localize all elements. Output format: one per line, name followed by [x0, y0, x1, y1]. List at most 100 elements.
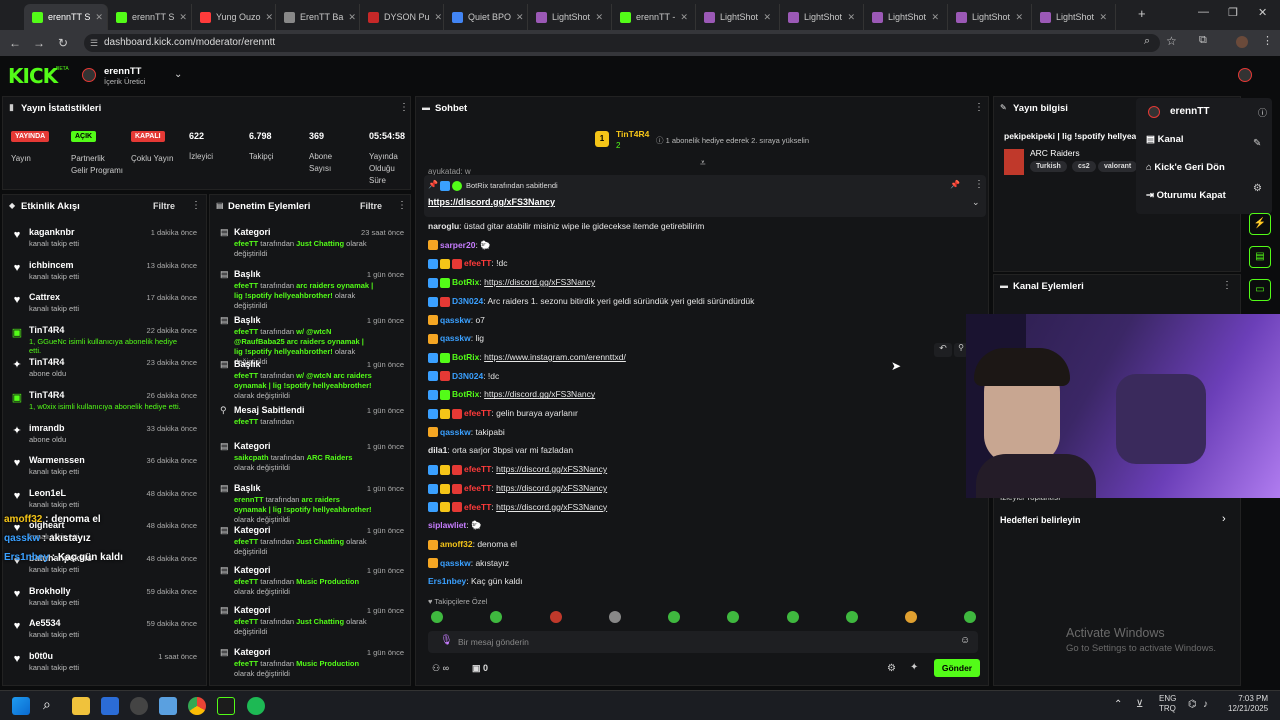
- activity-username[interactable]: Leon1eL: [29, 488, 66, 498]
- chrome-icon[interactable]: [188, 697, 206, 715]
- store-icon[interactable]: [101, 697, 119, 715]
- chat-username[interactable]: D3N024: [452, 371, 483, 381]
- stream-tag[interactable]: Turkish: [1030, 161, 1067, 172]
- stream-tag[interactable]: valorant: [1098, 161, 1138, 172]
- moderation-actor[interactable]: efeeTT: [234, 239, 258, 248]
- activity-username[interactable]: Cattrex: [29, 292, 60, 302]
- chat-username[interactable]: BotRix: [452, 389, 479, 399]
- browser-tab[interactable]: Yung Ouzo ✕: [192, 4, 276, 30]
- settings-icon[interactable]: ⚙: [1253, 183, 1262, 194]
- menu-item[interactable]: ⌂ Kick'e Geri Dön: [1146, 162, 1225, 173]
- emote-icon[interactable]: [550, 611, 562, 623]
- bookmark-star-icon[interactable]: ☆: [1166, 34, 1177, 48]
- tab-close-icon[interactable]: ✕: [931, 12, 939, 23]
- activity-username[interactable]: imrandb: [29, 423, 65, 433]
- chat-text[interactable]: https://www.instagram.com/erennttxd/: [484, 352, 626, 362]
- tab-close-icon[interactable]: ✕: [435, 12, 443, 23]
- app-icon[interactable]: [130, 697, 148, 715]
- kick-logo[interactable]: KICK: [8, 64, 58, 88]
- network-icon[interactable]: ⊻: [1136, 699, 1143, 710]
- activity-filter-button[interactable]: Filtre: [153, 201, 175, 211]
- chat-username[interactable]: qasskw: [440, 333, 471, 343]
- chat-username[interactable]: D3N024: [452, 296, 483, 306]
- chat-input[interactable]: 🎙 Bir mesaj gönderin ☺: [428, 631, 978, 653]
- browser-tab[interactable]: erennTT - ✕: [612, 4, 696, 30]
- moderation-actor[interactable]: efeeTT: [234, 327, 258, 336]
- volume-icon[interactable]: ♪: [1203, 699, 1208, 710]
- filter-icon[interactable]: ⩡: [700, 158, 706, 169]
- new-tab-button[interactable]: +: [1138, 6, 1146, 21]
- tab-close-icon[interactable]: ✕: [763, 12, 771, 23]
- tab-close-icon[interactable]: ✕: [595, 12, 603, 23]
- chat-text[interactable]: https://discord.gg/xFS3Nancy: [496, 464, 607, 474]
- language-indicator[interactable]: ENG TRQ: [1159, 694, 1176, 714]
- activity-username[interactable]: b0t0u: [29, 651, 53, 661]
- tab-close-icon[interactable]: ✕: [847, 12, 855, 23]
- browser-tab[interactable]: DYSON Pu ✕: [360, 4, 444, 30]
- back-icon[interactable]: ←: [3, 36, 27, 50]
- tab-close-icon[interactable]: ✕: [680, 12, 688, 23]
- chat-username[interactable]: Ers1nbey: [428, 576, 466, 586]
- emote-icon[interactable]: [787, 611, 799, 623]
- browser-tab[interactable]: LightShot ✕: [1032, 4, 1116, 30]
- chat-text[interactable]: https://discord.gg/xFS3Nancy: [484, 389, 595, 399]
- activity-username[interactable]: TinT4R4: [29, 357, 64, 367]
- browser-tab[interactable]: Quiet BPO ✕: [444, 4, 528, 30]
- document-icon[interactable]: ▤: [1249, 246, 1271, 268]
- moderation-actor[interactable]: efeeTT: [234, 659, 258, 668]
- tab-close-icon[interactable]: ✕: [266, 12, 274, 23]
- clock[interactable]: 7:03 PM 12/21/2025: [1228, 694, 1268, 714]
- activity-username[interactable]: TinT4R4: [29, 325, 64, 335]
- chat-username[interactable]: efeeTT: [464, 483, 491, 493]
- moderation-actor[interactable]: efeeTT: [234, 617, 258, 626]
- set-goals-button[interactable]: Hedefleri belirleyin: [1000, 515, 1081, 525]
- points-icon[interactable]: ⚇ ∞: [432, 663, 449, 674]
- stats-menu-icon[interactable]: ⋮: [399, 102, 409, 113]
- chat-username[interactable]: efeeTT: [464, 464, 491, 474]
- chat-text[interactable]: https://discord.gg/xFS3Nancy: [496, 483, 607, 493]
- app-pen-icon[interactable]: [217, 697, 235, 715]
- minimize-icon[interactable]: —: [1198, 6, 1209, 18]
- mic-icon[interactable]: 🎙: [440, 635, 453, 646]
- channel-switcher-chevron-icon[interactable]: ⌄: [174, 69, 182, 80]
- activity-username[interactable]: Brokholly: [29, 586, 71, 596]
- moderation-actor[interactable]: erennTT: [234, 495, 264, 504]
- activity-username[interactable]: ichbincem: [29, 260, 74, 270]
- moderation-actor[interactable]: efeeTT: [234, 417, 258, 426]
- tab-close-icon[interactable]: ✕: [516, 12, 524, 23]
- moderation-actor[interactable]: efeeTT: [234, 281, 258, 290]
- emote-icon[interactable]: [964, 611, 976, 623]
- tab-close-icon[interactable]: ✕: [95, 12, 103, 23]
- chat-text[interactable]: https://discord.gg/xFS3Nancy: [484, 277, 595, 287]
- maximize-icon[interactable]: ❐: [1228, 6, 1238, 19]
- chat-username[interactable]: BotRix: [452, 352, 479, 362]
- chat-bubble-icon[interactable]: ▭: [1249, 279, 1271, 301]
- browser-menu-icon[interactable]: ⋮: [1262, 34, 1273, 47]
- browser-tab[interactable]: erennTT S ✕: [108, 4, 192, 30]
- moderation-menu-icon[interactable]: ⋮: [397, 200, 407, 211]
- activity-username[interactable]: TinT4R4: [29, 390, 64, 400]
- goals-chevron-icon[interactable]: ›: [1222, 513, 1226, 525]
- file-explorer-icon[interactable]: [72, 697, 90, 715]
- moderation-actor[interactable]: efeeTT: [234, 371, 258, 380]
- chat-username[interactable]: efeeTT: [464, 408, 491, 418]
- chat-username[interactable]: BotRix: [452, 277, 479, 287]
- moderation-filter-button[interactable]: Filtre: [360, 201, 382, 211]
- emoji-icon[interactable]: ☺: [960, 635, 970, 646]
- browser-tab[interactable]: LightShot ✕: [528, 4, 612, 30]
- chat-gifts-icon[interactable]: ✦: [910, 662, 918, 673]
- expand-chevron-icon[interactable]: ⌄: [972, 197, 980, 208]
- spotify-icon[interactable]: [247, 697, 265, 715]
- emote-icon[interactable]: [431, 611, 443, 623]
- pinned-link[interactable]: https://discord.gg/xFS3Nancy: [428, 197, 555, 207]
- menu-info-icon[interactable]: ⓘ: [1258, 106, 1267, 119]
- lightning-icon[interactable]: ⚡: [1249, 213, 1271, 235]
- activity-username[interactable]: Ae5534: [29, 618, 61, 628]
- browser-tab[interactable]: LightShot ✕: [948, 4, 1032, 30]
- chat-menu-icon[interactable]: ⋮: [974, 102, 984, 113]
- chat-username[interactable]: efeeTT: [464, 502, 491, 512]
- browser-tab[interactable]: erennTT S ✕: [24, 4, 108, 30]
- emote-icon[interactable]: [905, 611, 917, 623]
- moderation-actor[interactable]: efeeTT: [234, 577, 258, 586]
- emote-icon[interactable]: [490, 611, 502, 623]
